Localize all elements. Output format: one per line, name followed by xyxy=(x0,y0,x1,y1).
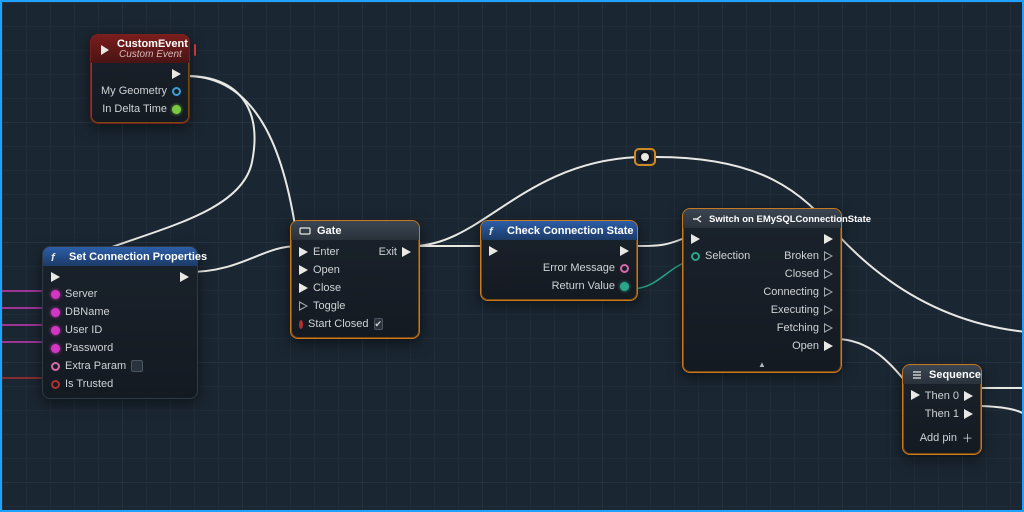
pin-then-1[interactable]: Then 1 xyxy=(925,408,973,420)
pin-closed[interactable]: Closed xyxy=(785,268,833,280)
node-title: Gate xyxy=(317,225,341,237)
bool-pin-icon xyxy=(299,320,303,329)
pin-open[interactable]: Open xyxy=(299,264,374,276)
node-header: CustomEvent Custom Event xyxy=(91,35,189,63)
event-icon xyxy=(99,44,111,56)
reroute-pin[interactable] xyxy=(641,153,649,161)
node-gate[interactable]: Gate Enter Open Close Toggle Start Close… xyxy=(290,220,420,339)
pin-broken[interactable]: Broken xyxy=(784,250,833,262)
exec-in-pin[interactable] xyxy=(489,246,498,256)
pin-close[interactable]: Close xyxy=(299,282,374,294)
svg-text:f: f xyxy=(51,252,56,263)
macro-icon xyxy=(299,225,311,237)
node-header: Gate xyxy=(291,221,419,240)
node-title: Check Connection State xyxy=(507,225,634,237)
checkbox[interactable] xyxy=(374,318,384,330)
pin-in-delta-time[interactable]: In Delta Time xyxy=(102,103,181,115)
pin-extra-param[interactable]: Extra Param xyxy=(51,360,143,372)
pin-server[interactable]: Server xyxy=(51,288,143,300)
pin-error-message[interactable]: Error Message xyxy=(543,262,629,274)
node-sequence[interactable]: Sequence Then 0 Then 1 Add pin＋ xyxy=(902,364,982,455)
exec-out-pin[interactable] xyxy=(620,246,629,256)
exec-out-pin[interactable] xyxy=(180,272,189,282)
node-custom-event[interactable]: CustomEvent Custom Event My Geometry In … xyxy=(90,34,190,124)
node-title: Switch on EMySQLConnectionState xyxy=(709,214,871,225)
string-pin-icon xyxy=(51,308,60,317)
pin-user-id[interactable]: User ID xyxy=(51,324,143,336)
switch-icon xyxy=(691,213,703,225)
reroute-node[interactable] xyxy=(634,148,656,166)
pin-enter[interactable]: Enter xyxy=(299,246,374,258)
plus-icon: ＋ xyxy=(962,430,973,446)
pin-connecting[interactable]: Connecting xyxy=(763,286,833,298)
node-header: f Check Connection State xyxy=(481,221,637,240)
pin-executing[interactable]: Executing xyxy=(771,304,833,316)
checkbox[interactable] xyxy=(131,360,143,372)
node-subtitle: Custom Event xyxy=(119,50,188,60)
string-pin-icon xyxy=(51,362,60,371)
float-pin-icon xyxy=(172,105,181,114)
pin-toggle[interactable]: Toggle xyxy=(299,300,374,312)
pin-selection[interactable]: Selection xyxy=(691,250,750,262)
pin-is-trusted[interactable]: Is Trusted xyxy=(51,378,143,390)
pin-then-0[interactable]: Then 0 xyxy=(925,390,973,402)
node-check-connection-state[interactable]: f Check Connection State Error Message R… xyxy=(480,220,638,301)
node-title: Sequence xyxy=(929,369,981,381)
pin-return-value[interactable]: Return Value xyxy=(552,280,629,292)
add-pin-button[interactable]: Add pin＋ xyxy=(920,430,973,446)
node-title: Set Connection Properties xyxy=(69,251,207,263)
pin-dbname[interactable]: DBName xyxy=(51,306,143,318)
pin-my-geometry[interactable]: My Geometry xyxy=(101,85,181,97)
struct-pin-icon xyxy=(172,87,181,96)
function-icon: f xyxy=(51,251,63,263)
bool-pin-icon xyxy=(51,380,60,389)
expand-arrow-icon[interactable]: ▲ xyxy=(757,360,767,369)
node-badge xyxy=(194,44,196,56)
exec-in-pin[interactable] xyxy=(911,390,919,400)
node-header: Sequence xyxy=(903,365,981,384)
exec-out-pin[interactable] xyxy=(172,69,181,79)
pin-open-state[interactable]: Open xyxy=(792,340,833,352)
sequence-icon xyxy=(911,369,923,381)
string-pin-icon xyxy=(51,344,60,353)
enum-pin-icon xyxy=(691,252,700,261)
string-pin-icon xyxy=(51,326,60,335)
blueprint-canvas[interactable]: { "nodes": { "customEvent": { "title": "… xyxy=(0,0,1024,512)
string-pin-icon xyxy=(620,264,629,273)
node-switch-connection-state[interactable]: Switch on EMySQLConnectionState Selectio… xyxy=(682,208,842,373)
exec-in-pin[interactable] xyxy=(691,234,750,244)
exec-in-pin[interactable] xyxy=(51,272,143,282)
pin-password[interactable]: Password xyxy=(51,342,143,354)
svg-text:f: f xyxy=(489,226,494,237)
pin-fetching[interactable]: Fetching xyxy=(777,322,833,334)
enum-pin-icon xyxy=(620,282,629,291)
function-icon: f xyxy=(489,225,501,237)
node-header: Switch on EMySQLConnectionState xyxy=(683,209,841,228)
string-pin-icon xyxy=(51,290,60,299)
exec-out-default[interactable] xyxy=(824,234,833,244)
pin-exit[interactable]: Exit xyxy=(379,246,411,258)
pin-start-closed[interactable]: Start Closed xyxy=(299,318,374,330)
node-set-connection-properties[interactable]: f Set Connection Properties Server DBNam… xyxy=(42,246,198,399)
node-header: f Set Connection Properties xyxy=(43,247,197,266)
